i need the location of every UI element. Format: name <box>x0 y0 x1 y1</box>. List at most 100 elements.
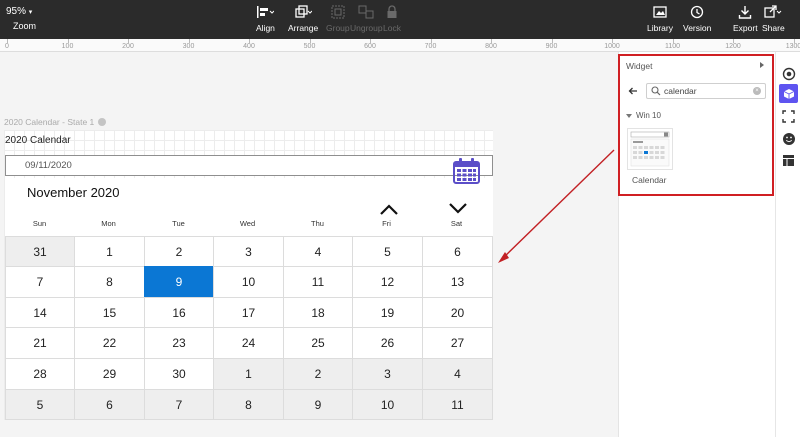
ruler-tick-label: 1000 <box>604 43 620 50</box>
ruler-tick-label: 1200 <box>725 43 741 50</box>
calendar-day-cell[interactable]: 1 <box>74 236 145 267</box>
resize-icon[interactable] <box>779 107 798 126</box>
calendar-day-cell[interactable]: 7 <box>5 266 75 298</box>
share-button[interactable]: Share <box>762 4 785 33</box>
calendar-day-cell[interactable]: 20 <box>422 297 493 328</box>
ungroup-label: Ungroup <box>350 23 383 33</box>
calendar-day-cell[interactable]: 5 <box>352 236 423 267</box>
calendar-day-cell[interactable]: 2 <box>144 236 214 267</box>
right-icon-bar <box>775 52 800 437</box>
ruler-tick-label: 1100 <box>664 43 681 50</box>
ungroup-icon <box>358 4 374 20</box>
calendar-day-cell[interactable]: 26 <box>352 327 423 359</box>
ruler-tick-label: 300 <box>182 43 195 50</box>
next-month-chevron-down-icon[interactable] <box>448 201 468 215</box>
calendar-day-cell[interactable]: 10 <box>352 389 423 420</box>
calendar-day-cell[interactable]: 6 <box>422 236 493 267</box>
calendar-day-cell[interactable]: 10 <box>213 266 284 298</box>
group-button[interactable]: Group <box>326 4 350 33</box>
calendar-day-cell[interactable]: 8 <box>213 389 284 420</box>
target-icon[interactable] <box>779 64 798 83</box>
calendar-day-cell[interactable]: 18 <box>283 297 353 328</box>
calendar-day-cell[interactable]: 30 <box>144 358 214 390</box>
state-label[interactable]: 2020 Calendar - State 1 <box>4 117 107 127</box>
calendar-day-cell[interactable]: 21 <box>5 327 75 359</box>
export-button[interactable]: Export <box>733 4 758 33</box>
weekday-label: Sun <box>32 219 47 228</box>
clear-search-icon[interactable]: × <box>753 87 761 95</box>
calendar-day-cell[interactable]: 13 <box>422 266 493 298</box>
calendar-day-cell[interactable]: 3 <box>352 358 423 390</box>
widget-panel-header[interactable]: Widget <box>620 56 772 76</box>
zoom-label: Zoom <box>13 21 37 31</box>
calendar-day-cell[interactable]: 15 <box>74 297 145 328</box>
zoom-value: 95% <box>6 6 27 17</box>
weekday-label: Tue <box>172 219 185 228</box>
calendar-day-cell[interactable]: 8 <box>74 266 145 298</box>
lock-button[interactable]: Lock <box>383 4 401 33</box>
calendar-day-cell[interactable]: 1 <box>213 358 284 390</box>
calendar-day-cell[interactable]: 4 <box>422 358 493 390</box>
widget-cube-icon[interactable] <box>779 84 798 103</box>
group-icon <box>331 4 345 20</box>
table-icon[interactable] <box>779 151 798 170</box>
top-toolbar: 95% ▾ Zoom Align Arrange Group Ungroup L… <box>0 0 800 39</box>
calendar-widget-title: 2020 Calendar <box>5 135 71 146</box>
calendar-day-cell[interactable]: 4 <box>283 236 353 267</box>
calendar-day-cell[interactable]: 9 <box>283 389 353 420</box>
weekday-label: Fri <box>382 219 391 228</box>
version-label: Version <box>683 23 712 33</box>
calendar-day-cell[interactable]: 11 <box>283 266 353 298</box>
date-input-value: 09/11/2020 <box>25 160 72 171</box>
calendar-day-cell[interactable]: 5 <box>5 389 75 420</box>
ungroup-button[interactable]: Ungroup <box>350 4 383 33</box>
calendar-day-cell[interactable]: 16 <box>144 297 214 328</box>
weekday-label: Mon <box>101 219 116 228</box>
widget-search-value: calendar <box>664 86 697 96</box>
widget-group-win10[interactable]: Win 10 <box>626 111 661 120</box>
calendar-widget-thumbnail[interactable] <box>627 128 673 170</box>
ruler-tick-label: 0 <box>5 43 9 50</box>
collapse-caret-icon <box>626 113 632 118</box>
state-label-text: 2020 Calendar - State 1 <box>4 117 95 127</box>
calendar-day-cell[interactable]: 24 <box>213 327 284 359</box>
calendar-icon[interactable] <box>453 158 480 184</box>
align-button[interactable]: Align <box>256 4 275 33</box>
version-button[interactable]: Version <box>683 4 711 33</box>
calendar-day-cell[interactable]: 6 <box>74 389 145 420</box>
zoom-control[interactable]: 95% ▾ Zoom <box>6 6 36 31</box>
arrange-button[interactable]: Arrange <box>288 4 318 33</box>
expand-triangle-icon <box>760 62 764 68</box>
lock-icon <box>386 4 398 20</box>
calendar-day-cell[interactable]: 31 <box>5 236 75 267</box>
date-input[interactable]: 09/11/2020 <box>5 155 493 176</box>
settings-dot-icon[interactable] <box>98 118 107 126</box>
emoji-icon[interactable] <box>779 129 798 148</box>
calendar-day-cell[interactable]: 11 <box>422 389 493 420</box>
previous-month-chevron-up-icon[interactable] <box>379 203 399 217</box>
library-button[interactable]: Library <box>647 4 673 33</box>
calendar-day-cell[interactable]: 2 <box>283 358 353 390</box>
calendar-day-cell[interactable]: 22 <box>74 327 145 359</box>
calendar-day-cell[interactable]: 23 <box>144 327 214 359</box>
widget-search-input[interactable]: calendar × <box>646 83 766 99</box>
calendar-day-cell[interactable]: 9 <box>144 266 214 298</box>
calendar-day-cell[interactable]: 17 <box>213 297 284 328</box>
calendar-day-cell[interactable]: 27 <box>422 327 493 359</box>
calendar-day-cell[interactable]: 25 <box>283 327 353 359</box>
ruler-tick-label: 600 <box>364 43 376 50</box>
lock-label: Lock <box>383 23 401 33</box>
calendar-day-cell[interactable]: 29 <box>74 358 145 390</box>
search-icon <box>651 86 661 96</box>
calendar-day-cell[interactable]: 14 <box>5 297 75 328</box>
calendar-day-cell[interactable]: 19 <box>352 297 423 328</box>
ruler-tick-label: 500 <box>303 43 316 50</box>
weekday-label: Sat <box>450 219 463 228</box>
calendar-day-cell[interactable]: 28 <box>5 358 75 390</box>
back-arrow-icon[interactable] <box>628 86 638 99</box>
calendar-day-cell[interactable]: 7 <box>144 389 214 420</box>
calendar-day-cell[interactable]: 12 <box>352 266 423 298</box>
calendar-day-cell[interactable]: 3 <box>213 236 284 267</box>
export-label: Export <box>733 23 758 33</box>
share-label: Share <box>762 23 785 33</box>
